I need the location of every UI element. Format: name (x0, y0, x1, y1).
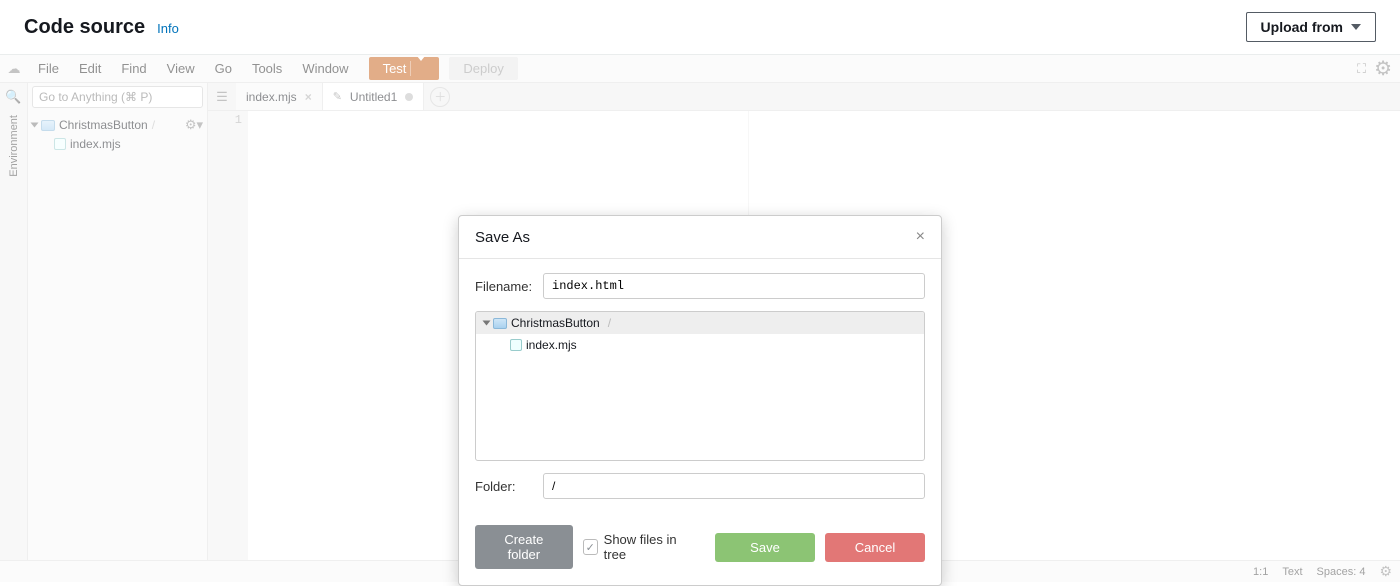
save-as-dialog: Save As × Filename: ChristmasButton / (458, 215, 942, 586)
cancel-button[interactable]: Cancel (825, 533, 925, 562)
close-icon[interactable]: × (916, 228, 925, 246)
tree-file-label: index.mjs (526, 338, 577, 352)
folder-tree[interactable]: ChristmasButton / index.mjs (475, 311, 925, 461)
tree-root-label: ChristmasButton (511, 316, 600, 330)
show-files-checkbox[interactable]: ✓ (583, 539, 598, 555)
save-button[interactable]: Save (715, 533, 815, 562)
filename-input[interactable] (543, 273, 925, 299)
tree-root-row[interactable]: ChristmasButton / (476, 312, 924, 334)
page-header: Code source Info Upload from (0, 0, 1400, 55)
file-icon (510, 339, 522, 351)
show-files-label: Show files in tree (604, 532, 695, 562)
folder-icon (493, 318, 507, 329)
create-folder-button[interactable]: Create folder (475, 525, 573, 569)
upload-from-button[interactable]: Upload from (1246, 12, 1376, 42)
chevron-down-icon (483, 321, 491, 326)
tree-file-row[interactable]: index.mjs (476, 334, 924, 356)
filename-label: Filename: (475, 279, 533, 294)
modal-backdrop: Save As × Filename: ChristmasButton / (0, 55, 1400, 582)
folder-label: Folder: (475, 479, 533, 494)
ide-container: ☁ File Edit Find View Go Tools Window Te… (0, 55, 1400, 582)
info-link[interactable]: Info (157, 21, 179, 36)
upload-from-label: Upload from (1261, 19, 1343, 35)
dialog-title: Save As (475, 229, 530, 246)
folder-input[interactable] (543, 473, 925, 499)
page-title: Code source (24, 16, 145, 39)
caret-down-icon (1351, 24, 1361, 30)
